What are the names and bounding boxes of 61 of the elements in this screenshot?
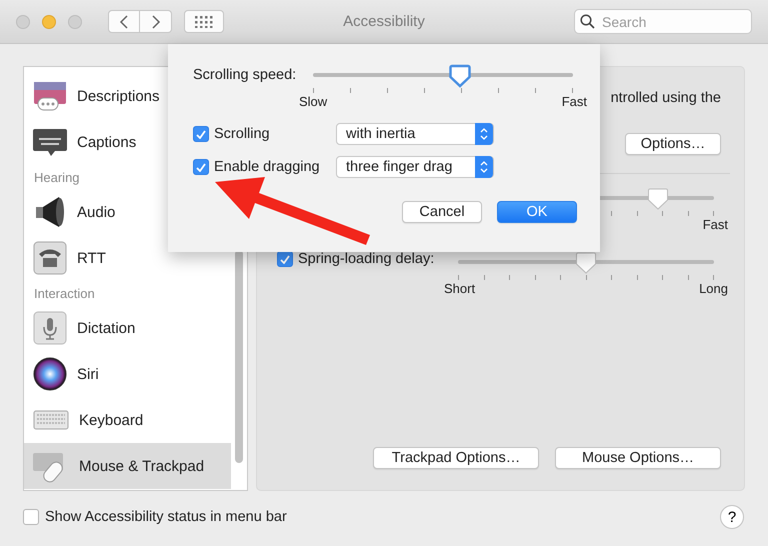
sidebar-item[interactable]: Keyboard (24, 397, 231, 443)
sidebar-item-label: Dictation (77, 320, 136, 336)
slider-thumb[interactable] (448, 64, 471, 88)
sidebar-item-label: Keyboard (79, 412, 144, 428)
sidebar-item-label: RTT (77, 250, 106, 266)
sidebar-item-label: Descriptions (77, 88, 160, 104)
sidebar-item[interactable]: Siri (24, 351, 231, 397)
options-button[interactable]: Options… (625, 133, 721, 155)
section-header: Hearing (34, 170, 80, 184)
stepper-chevrons-icon (475, 156, 493, 178)
speed-max-label: Fast (562, 94, 587, 109)
back-button[interactable] (108, 10, 140, 33)
popup-menu[interactable]: three finger drag (336, 156, 494, 178)
spring-loading-label: Spring-loading delay: (298, 251, 434, 267)
sidebar-item-label: Captions (77, 134, 136, 150)
minimize-button[interactable] (42, 14, 56, 28)
stepper-chevrons-icon (475, 123, 493, 145)
slider-thumb[interactable] (646, 187, 669, 211)
check-icon (196, 130, 206, 138)
options-button[interactable]: Trackpad Options… (373, 447, 539, 469)
show-all-button[interactable] (184, 10, 224, 33)
delay-max-label: Long (699, 281, 728, 296)
slider-thumb[interactable] (575, 251, 597, 275)
sidebar-item[interactable]: Mouse & Trackpad (24, 443, 231, 489)
section-header: Interaction (34, 286, 95, 300)
spring-loading-checkbox[interactable] (277, 251, 293, 267)
telephone-icon (33, 241, 67, 275)
status-checkbox[interactable] (23, 509, 39, 525)
cancel-button[interactable]: Cancel (402, 201, 482, 223)
popup-menu[interactable]: with inertia (336, 123, 494, 145)
forward-button[interactable] (140, 10, 172, 33)
status-checkbox-label: Show Accessibility status in menu bar (45, 509, 287, 525)
speaker-icon (33, 195, 67, 229)
check-icon (196, 162, 206, 172)
scrollbar-thumb[interactable] (235, 250, 243, 463)
scrolling-speed-label: Scrolling speed: (193, 67, 296, 83)
chevron-right-icon (150, 14, 160, 28)
sidebar-item[interactable]: RTT (24, 235, 231, 281)
delay-min-label: Short (444, 281, 476, 296)
description-text: ntrolled using the (610, 90, 721, 106)
option-checkbox[interactable] (193, 126, 209, 142)
check-icon (280, 254, 290, 264)
sidebar-item-label: Siri (77, 366, 99, 382)
option-label: Enable dragging (214, 159, 320, 175)
grid-icon (195, 16, 213, 28)
chevron-left-icon (119, 14, 129, 28)
help-button[interactable]: ? (720, 505, 744, 529)
search-field[interactable]: Search (574, 9, 752, 34)
microphone-icon (33, 311, 67, 345)
orb-icon (33, 357, 67, 391)
options-button[interactable]: Mouse Options… (555, 447, 721, 469)
search-icon (580, 14, 595, 29)
option-checkbox[interactable] (193, 159, 209, 175)
sidebar-item-label: Audio (77, 204, 116, 220)
speed-min-label: Slow (299, 94, 328, 109)
speed-max-label: Fast (702, 217, 728, 232)
option-label: Scrolling (214, 126, 270, 142)
sidebar-item-label: Mouse & Trackpad (79, 458, 204, 474)
window-title: Accessibility (343, 13, 425, 30)
sidebar-item[interactable]: Dictation (24, 305, 231, 351)
screen-bubble-icon (33, 79, 67, 113)
